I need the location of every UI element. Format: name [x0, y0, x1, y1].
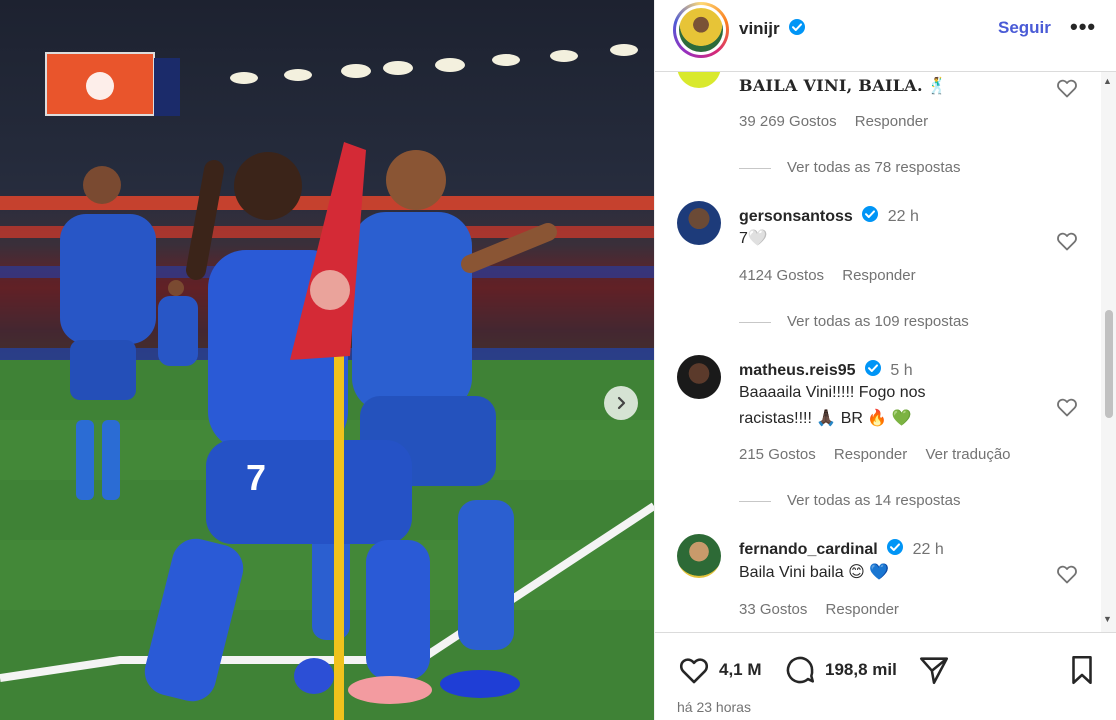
comment-meta: 33 Gostos Responder	[739, 601, 913, 618]
post-photo[interactable]: 7	[0, 0, 654, 720]
svg-text:7: 7	[246, 457, 266, 498]
comment-meta: 215 Gostos Responder Ver tradução	[739, 446, 1025, 463]
comment-likes: 33 Gostos	[739, 601, 808, 618]
comment-avatar[interactable]	[677, 355, 721, 399]
verified-icon	[789, 19, 806, 35]
comment-text: Baila Vini baila 😊 💙	[739, 564, 890, 581]
view-replies-button[interactable]: Ver todas as 78 respostas	[739, 159, 960, 176]
share-icon[interactable]	[917, 653, 951, 687]
follow-button[interactable]: Seguir	[998, 18, 1051, 38]
comment-avatar[interactable]	[677, 534, 721, 578]
comment-time: 22 h	[912, 541, 944, 558]
reply-button[interactable]: Responder	[842, 267, 915, 284]
view-replies-button[interactable]: Ver todas as 14 respostas	[739, 492, 960, 509]
comment-text: Baaaaila Vini!!!!! Fogo nos racistas!!!!…	[739, 384, 926, 427]
chevron-right-icon	[617, 396, 626, 410]
heart-icon[interactable]	[677, 653, 711, 687]
more-options-button[interactable]: •••	[1070, 14, 1096, 40]
like-comment-heart-icon[interactable]	[1055, 76, 1079, 100]
reply-button[interactable]: Responder	[826, 601, 899, 618]
like-comment-heart-icon[interactable]	[1055, 229, 1079, 253]
comment-avatar[interactable]	[677, 72, 721, 88]
reply-button[interactable]: Responder	[855, 113, 928, 130]
verified-icon	[887, 539, 904, 555]
post-timestamp: há 23 horas	[677, 699, 751, 715]
scroll-down-arrow-icon[interactable]: ▼	[1103, 614, 1112, 624]
scroll-up-arrow-icon[interactable]: ▲	[1103, 76, 1112, 86]
comment-text: BAILA VINI, BAILA. 🕺	[739, 76, 948, 95]
reply-button[interactable]: Responder	[834, 446, 907, 463]
photo-illustration: 7	[0, 44, 654, 720]
likes-count[interactable]: 4,1 M	[719, 660, 762, 680]
bookmark-icon[interactable]	[1065, 653, 1099, 687]
verified-icon	[862, 206, 879, 222]
comments-list[interactable]: BAILA VINI, BAILA. 🕺 39 269 Gostos Respo…	[655, 72, 1101, 632]
action-bar: 4,1 M 198,8 mil há 23 horas	[655, 632, 1116, 720]
author-username[interactable]: vinijr	[739, 18, 806, 39]
comment-username[interactable]: matheus.reis95 5 h	[739, 359, 913, 380]
post-panel: vinijr Seguir ••• BAILA VINI, BAILA. 🕺 3…	[654, 0, 1116, 720]
comment-time: 22 h	[887, 208, 919, 225]
like-comment-heart-icon[interactable]	[1055, 395, 1079, 419]
comment-meta: 39 269 Gostos Responder	[739, 113, 942, 130]
comment-time: 5 h	[890, 362, 913, 379]
comment-avatar[interactable]	[677, 201, 721, 245]
like-comment-heart-icon[interactable]	[1055, 562, 1079, 586]
comment-username[interactable]: gersonsantoss 22 h	[739, 205, 919, 226]
scrollbar-thumb[interactable]	[1105, 310, 1113, 418]
comment-icon[interactable]	[783, 653, 817, 687]
comment-username[interactable]: fernando_cardinal 22 h	[739, 538, 944, 559]
comment-text: 7🤍	[739, 230, 768, 247]
author-avatar[interactable]	[673, 2, 729, 58]
post-header: vinijr Seguir •••	[655, 0, 1116, 72]
translate-button[interactable]: Ver tradução	[925, 446, 1010, 463]
next-image-button[interactable]	[604, 386, 638, 420]
comment-likes: 215 Gostos	[739, 446, 816, 463]
view-replies-button[interactable]: Ver todas as 109 respostas	[739, 313, 969, 330]
verified-icon	[864, 360, 881, 376]
comment-likes: 39 269 Gostos	[739, 113, 837, 130]
comment-likes: 4124 Gostos	[739, 267, 825, 284]
comments-count[interactable]: 198,8 mil	[825, 660, 897, 680]
comment-meta: 4124 Gostos Responder	[739, 267, 930, 284]
